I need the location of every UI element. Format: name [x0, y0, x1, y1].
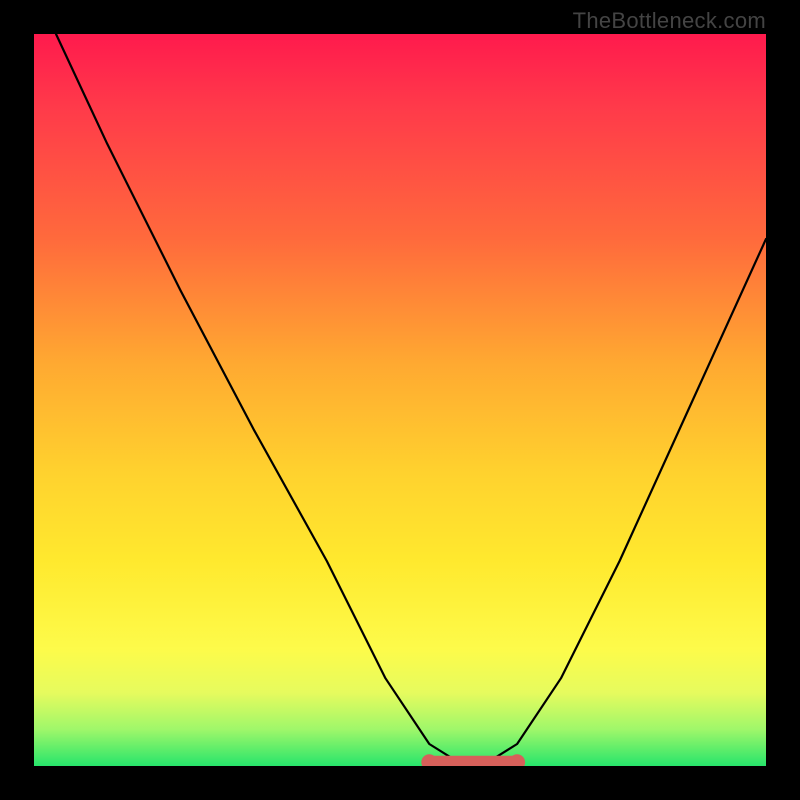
plot-area [34, 34, 766, 766]
watermark-text: TheBottleneck.com [573, 8, 766, 34]
curve-layer [34, 34, 766, 766]
bottleneck-curve [56, 34, 766, 762]
chart-frame: TheBottleneck.com [0, 0, 800, 800]
